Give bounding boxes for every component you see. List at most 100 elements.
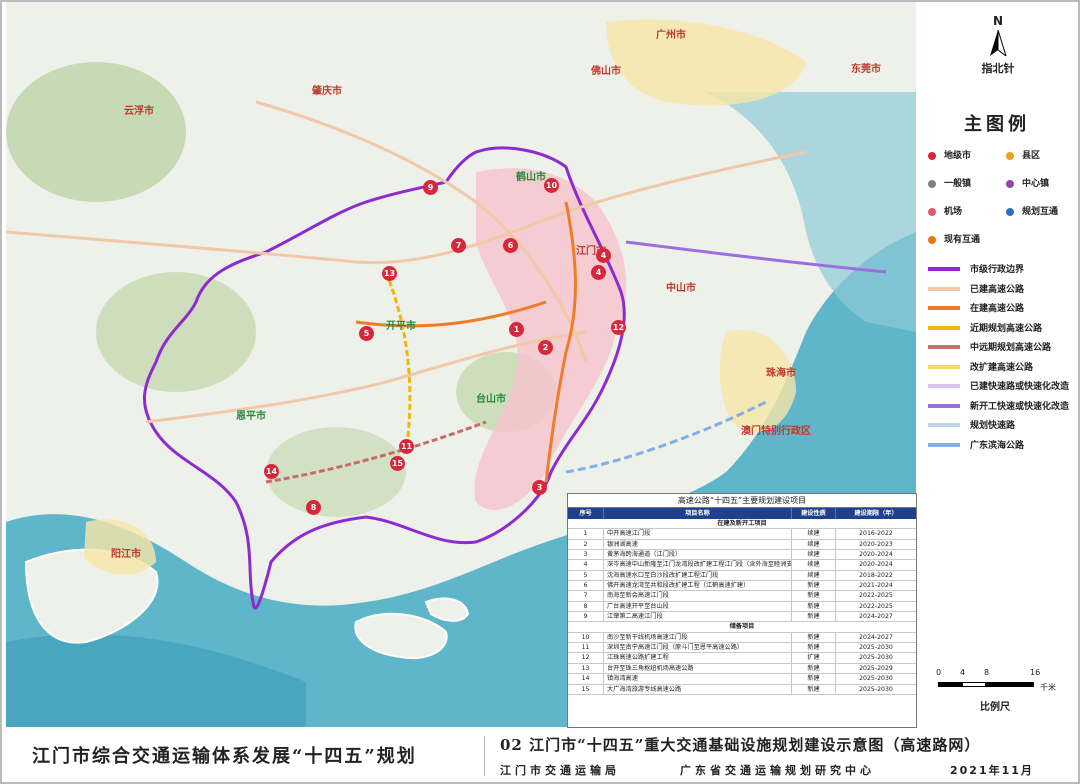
city-label-foshan: 佛山市 — [591, 66, 621, 77]
route-badge-3[interactable]: 3 — [532, 480, 547, 495]
table-caption: 高速公路“十四五”主要规划建设项目 — [568, 494, 916, 508]
line-label: 已建快速路或快速化改造 — [970, 382, 1070, 392]
legend-line-item: 近期规划高速公路 — [926, 319, 1074, 339]
route-badge-4b[interactable]: 4 — [591, 265, 606, 280]
cell-period: 2024-2027 — [859, 633, 893, 641]
line-swatch — [928, 306, 960, 310]
scale-tick: 0 — [936, 668, 942, 677]
circle-icon — [928, 151, 936, 160]
table-header-row: 序号 项目名称 建设性质 建设期限（年） — [568, 508, 916, 519]
col-header-type: 建设性质 — [792, 508, 836, 519]
table-row: 7 南海至新会高速江门段 新建 2022-2025 — [568, 591, 916, 602]
city-label-enping: 恩平市 — [236, 411, 266, 422]
cell-no: 4 — [568, 560, 604, 570]
scale-tick: 16 — [1030, 668, 1041, 677]
cell-no: 1 — [568, 529, 604, 539]
table-row: 1 中开高速江门段 续建 2016-2022 — [568, 529, 916, 540]
route-badge-9[interactable]: 9 — [423, 180, 438, 195]
north-arrow-icon — [990, 30, 1007, 56]
cell-type: 续建 — [792, 539, 836, 550]
route-badge-1[interactable]: 1 — [509, 322, 524, 337]
cell-type: 新建 — [792, 591, 836, 601]
line-label: 已建高速公路 — [970, 284, 1025, 295]
scale-unit: 千米 — [1040, 683, 1056, 692]
cell-name: 中开高速江门段 — [604, 529, 792, 539]
org-transport-bureau: 江门市交通运输局 — [500, 764, 620, 777]
legend-line-item: 市级行政边界 — [926, 260, 1074, 280]
route-badge-4[interactable]: 4 — [596, 248, 611, 263]
footer-date: 2021年11月 — [950, 764, 1034, 777]
cell-name: 江珠高速公路扩建工程 — [604, 653, 792, 663]
interchange-icon — [928, 235, 936, 244]
city-label-zhongshan: 中山市 — [666, 283, 696, 294]
line-legend: 市级行政边界 已建高速公路在建高速公路近期规划高速公路中远期规划高速公路 改扩建高速… — [926, 260, 1074, 455]
cell-period: 2022-2025 — [859, 592, 893, 600]
city-label-heshan: 鹤山市 — [516, 172, 546, 183]
figure-title: 02 江门市“十四五”重大交通基础设施规划建设示意图（高速路网） — [500, 736, 981, 754]
cell-name: 江肇第二高速江门段 — [604, 612, 792, 622]
legend-line-item: 中远期规划高速公路 — [926, 338, 1074, 358]
legend-line-item: 新开工快速或快速化改造 — [926, 397, 1074, 417]
north-label: 指北针 — [981, 62, 1015, 75]
cell-period: 2018-2022 — [859, 571, 893, 579]
cell-period: 2025-2029 — [859, 664, 893, 672]
cell-period: 2025-2030 — [859, 685, 893, 693]
cell-period: 2024-2027 — [859, 613, 893, 621]
route-badge-14[interactable]: 14 — [264, 464, 279, 479]
cell-no: 9 — [568, 612, 604, 622]
cell-period: 2025-2030 — [859, 675, 893, 683]
table-row: 9 江肇第二高速江门段 新建 2024-2027 — [568, 612, 916, 623]
route-badge-13[interactable]: 13 — [382, 266, 397, 281]
footer-divider — [484, 736, 485, 776]
table-row: 2 银洲湖高速 续建 2020-2023 — [568, 539, 916, 551]
cell-type: 新建 — [792, 632, 836, 643]
line-swatch — [928, 423, 960, 427]
cell-no: 5 — [568, 570, 604, 581]
route-badge-12[interactable]: 12 — [611, 320, 626, 335]
legend-line-item: 在建高速公路 — [926, 299, 1074, 319]
cell-type: 扩建 — [792, 653, 836, 663]
legend-line-item: 广东滨海公路 — [926, 436, 1074, 456]
route-badge-10[interactable]: 10 — [544, 178, 559, 193]
legend-item-central-town: 中心镇 — [1006, 176, 1049, 189]
line-swatch — [928, 384, 960, 388]
cell-no: 10 — [568, 632, 604, 643]
line-swatch — [928, 442, 960, 447]
table-section-title: 在建及新开工项目 — [568, 519, 916, 530]
table-row: 8 广台高速开平至台山段 新建 2022-2025 — [568, 601, 916, 613]
cell-type: 新建 — [792, 684, 836, 694]
cell-no: 15 — [568, 684, 604, 694]
cell-no: 11 — [568, 643, 604, 653]
circle-icon — [1006, 179, 1014, 188]
cell-period: 2020-2024 — [859, 561, 893, 569]
route-badge-7[interactable]: 7 — [451, 238, 466, 253]
line-label: 近期规划高速公路 — [970, 323, 1043, 334]
legend-line-item: 改扩建高速公路 — [926, 358, 1074, 378]
cell-no: 7 — [568, 591, 604, 601]
cell-type: 新建 — [792, 612, 836, 622]
cell-name: 南海至新会高速江门段 — [604, 591, 792, 601]
route-badge-15[interactable]: 15 — [390, 456, 405, 471]
cell-name: 黄茅海跨海通道（江门段） — [604, 550, 792, 560]
pearl-river-estuary — [706, 92, 916, 332]
route-badge-11[interactable]: 11 — [399, 439, 414, 454]
route-badge-5[interactable]: 5 — [359, 326, 374, 341]
table-section-title: 储备项目 — [568, 622, 916, 633]
cell-period: 2022-2025 — [859, 602, 893, 610]
legend-line-item: 已建高速公路 — [926, 280, 1074, 300]
city-label-yangjiang: 阳江市 — [111, 549, 141, 560]
cell-period: 2025-2030 — [859, 654, 893, 662]
city-label-dongguan: 东莞市 — [851, 64, 881, 75]
cell-name: 深圳至南宁高速江门段（原斗门至恩平高速公路） — [604, 643, 792, 653]
cell-type: 续建 — [792, 570, 836, 581]
legend-item-planned-interchange: 规划互通 — [1006, 204, 1058, 217]
table-body-section2: 10 南沙至新干线机场高速江门段 新建 2024-2027 11 深圳至南宁高速江门段（原… — [568, 632, 916, 695]
airport-icon — [928, 207, 936, 216]
city-label-zhuhai: 珠海市 — [766, 368, 796, 379]
line-label: 市级行政边界 — [970, 265, 1025, 275]
cell-period: 2021-2024 — [859, 582, 893, 590]
route-badge-2[interactable]: 2 — [538, 340, 553, 355]
route-badge-6[interactable]: 6 — [503, 238, 518, 253]
route-badge-8[interactable]: 8 — [306, 500, 321, 515]
cell-name: 广台高速开平至台山段 — [604, 601, 792, 612]
